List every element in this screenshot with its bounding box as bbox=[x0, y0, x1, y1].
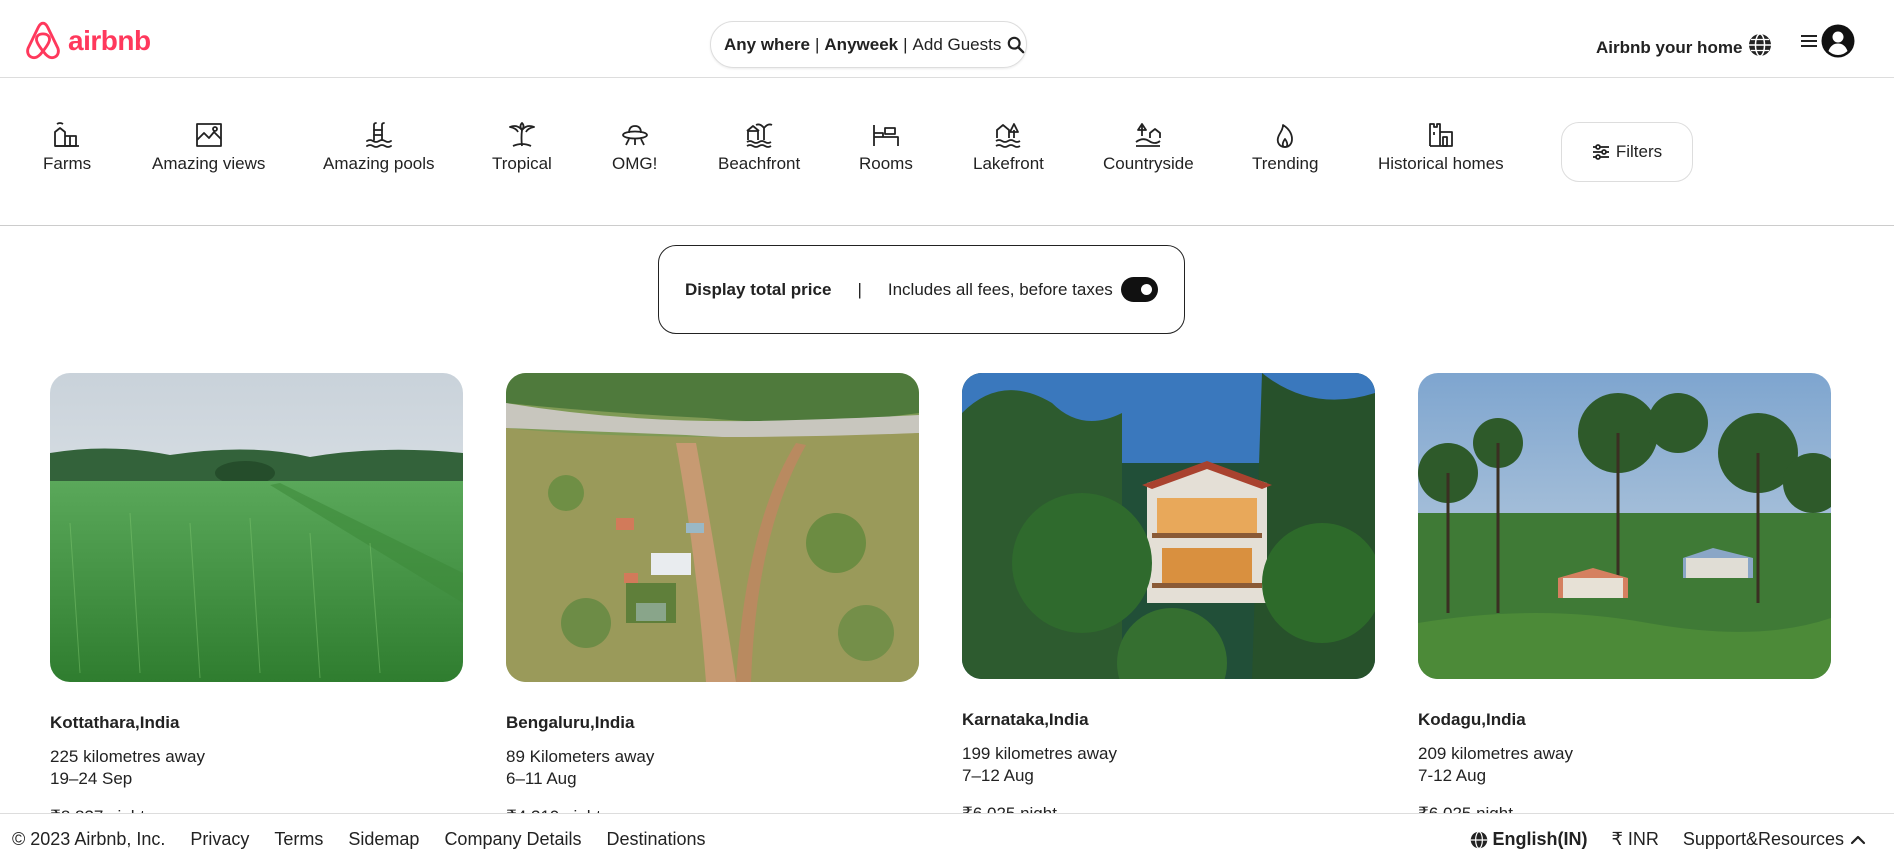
airbnb-logo[interactable]: airbnb bbox=[24, 20, 151, 62]
filters-label: Filters bbox=[1615, 142, 1663, 161]
language-selector[interactable]: English(IN) bbox=[1470, 829, 1587, 850]
footer-link-company-details[interactable]: Company Details bbox=[444, 829, 581, 850]
support-label: Support&Resources bbox=[1682, 829, 1844, 849]
footer: © 2023 Airbnb, Inc. Privacy Terms Sidema… bbox=[0, 813, 1894, 865]
total-price-toggle[interactable] bbox=[1121, 277, 1158, 302]
category-tropical[interactable]: Tropical bbox=[492, 120, 552, 174]
category-label: Amazing views bbox=[152, 154, 266, 173]
category-amazing-pools[interactable]: Amazing pools bbox=[323, 120, 435, 174]
listing-card[interactable]: Kottathara,India 225 kilometres away 19–… bbox=[50, 373, 463, 827]
globe-icon bbox=[1471, 830, 1488, 849]
chevron-up-icon bbox=[1850, 835, 1866, 844]
category-label: OMG! bbox=[612, 154, 658, 173]
currency-selector[interactable]: ₹ INR bbox=[1611, 829, 1658, 850]
listing-dates: 7–12 Aug bbox=[962, 766, 1034, 785]
category-historical-homes[interactable]: Historical homes bbox=[1378, 120, 1504, 174]
beach-icon bbox=[746, 123, 773, 148]
lake-icon bbox=[995, 123, 1021, 148]
display-total-price-title: Display total price bbox=[685, 279, 832, 299]
footer-link-terms[interactable]: Terms bbox=[274, 829, 323, 850]
listing-location: Bengaluru,India bbox=[506, 713, 635, 732]
footer-link-privacy[interactable]: Privacy bbox=[190, 829, 249, 850]
pool-icon bbox=[365, 122, 392, 148]
filters-button[interactable]: Filters bbox=[1561, 122, 1693, 182]
listing-distance: 225 kilometres away bbox=[50, 747, 205, 766]
listing-photo[interactable] bbox=[50, 373, 463, 682]
footer-link-sitemap[interactable]: Sidemap bbox=[348, 829, 419, 850]
listing-dates: 19–24 Sep bbox=[50, 769, 133, 788]
listing-distance: 199 kilometres away bbox=[962, 744, 1117, 763]
search-where[interactable]: Any where bbox=[724, 35, 810, 55]
listing-card[interactable]: Kodagu,India 209 kilometres away 7-12 Au… bbox=[1418, 373, 1831, 824]
category-label: Lakefront bbox=[973, 154, 1044, 173]
listing-card[interactable]: Bengaluru,India 89 Kilometers away 6–11 … bbox=[506, 373, 919, 827]
listing-card[interactable]: Karnataka,India 199 kilometres away 7–12… bbox=[962, 373, 1375, 824]
listing-photo[interactable] bbox=[1418, 373, 1831, 679]
category-omg[interactable]: OMG! bbox=[612, 120, 657, 174]
display-total-price-note: Includes all fees, before taxes bbox=[887, 279, 1113, 299]
bed-icon bbox=[873, 125, 899, 146]
listing-photo[interactable] bbox=[506, 373, 919, 682]
category-label: Beachfront bbox=[718, 154, 801, 173]
hamburger-icon bbox=[1801, 33, 1817, 54]
category-countryside[interactable]: Countryside bbox=[1103, 120, 1194, 174]
globe-icon[interactable] bbox=[1748, 33, 1772, 62]
category-label: Amazing pools bbox=[323, 154, 435, 173]
flame-icon bbox=[1277, 124, 1294, 148]
display-total-price-panel: Display total price | Includes all fees,… bbox=[658, 245, 1185, 334]
search-icon[interactable] bbox=[1007, 36, 1025, 54]
user-menu-button[interactable] bbox=[1801, 24, 1855, 63]
footer-settings: English(IN) ₹ INR Support&Resources bbox=[1470, 829, 1866, 850]
listing-location: Karnataka,India bbox=[962, 710, 1089, 729]
category-trending[interactable]: Trending bbox=[1252, 120, 1318, 174]
view-icon bbox=[195, 123, 222, 147]
category-beachfront[interactable]: Beachfront bbox=[718, 120, 800, 174]
support-resources-button[interactable]: Support&Resources bbox=[1683, 829, 1866, 850]
farm-icon bbox=[54, 122, 80, 147]
sliders-icon bbox=[1592, 144, 1609, 160]
category-label: Farms bbox=[43, 154, 92, 173]
search-guests[interactable]: Add Guests bbox=[913, 35, 1002, 55]
ufo-icon bbox=[621, 125, 648, 146]
avatar-icon bbox=[1821, 24, 1855, 63]
search-divider: | bbox=[814, 34, 820, 54]
listing-distance: 89 Kilometers away bbox=[506, 747, 655, 766]
listing-distance: 209 kilometres away bbox=[1418, 744, 1573, 763]
category-label: Historical homes bbox=[1378, 154, 1504, 173]
airbnb-logo-icon bbox=[26, 21, 60, 60]
castle-icon bbox=[1428, 123, 1453, 147]
host-your-home-link[interactable]: Airbnb your home bbox=[1596, 33, 1772, 62]
listing-dates: 7-12 Aug bbox=[1418, 766, 1487, 785]
header: airbnb Any where | Anyweek | Add Guests … bbox=[0, 0, 1894, 78]
search-bar[interactable]: Any where | Anyweek | Add Guests bbox=[710, 21, 1027, 68]
category-label: Rooms bbox=[859, 154, 913, 173]
panel-divider: | bbox=[857, 279, 862, 299]
copyright: © 2023 Airbnb, Inc. bbox=[12, 829, 166, 849]
palm-icon bbox=[509, 122, 535, 147]
category-bar: Farms Amazing views Amazing pools Tropic… bbox=[0, 78, 1894, 226]
category-label: Trending bbox=[1252, 154, 1319, 173]
category-label: Tropical bbox=[492, 154, 552, 173]
listing-location: Kodagu,India bbox=[1418, 710, 1526, 729]
language-label: English(IN) bbox=[1492, 829, 1588, 849]
footer-links: © 2023 Airbnb, Inc. Privacy Terms Sidema… bbox=[12, 829, 706, 850]
host-label: Airbnb your home bbox=[1596, 37, 1743, 57]
listing-photo[interactable] bbox=[962, 373, 1375, 679]
brand-name: airbnb bbox=[68, 25, 151, 56]
search-divider: | bbox=[903, 34, 908, 54]
category-rooms[interactable]: Rooms bbox=[859, 120, 913, 174]
listing-location: Kottathara,India bbox=[50, 713, 180, 732]
category-amazing-views[interactable]: Amazing views bbox=[152, 120, 265, 174]
search-week[interactable]: Anyweek bbox=[824, 35, 898, 55]
category-farms[interactable]: Farms bbox=[43, 120, 91, 174]
listing-dates: 6–11 Aug bbox=[506, 769, 577, 788]
footer-link-destinations[interactable]: Destinations bbox=[607, 829, 706, 850]
category-lakefront[interactable]: Lakefront bbox=[973, 120, 1044, 174]
category-label: Countryside bbox=[1103, 154, 1194, 173]
countryside-icon bbox=[1135, 123, 1162, 147]
